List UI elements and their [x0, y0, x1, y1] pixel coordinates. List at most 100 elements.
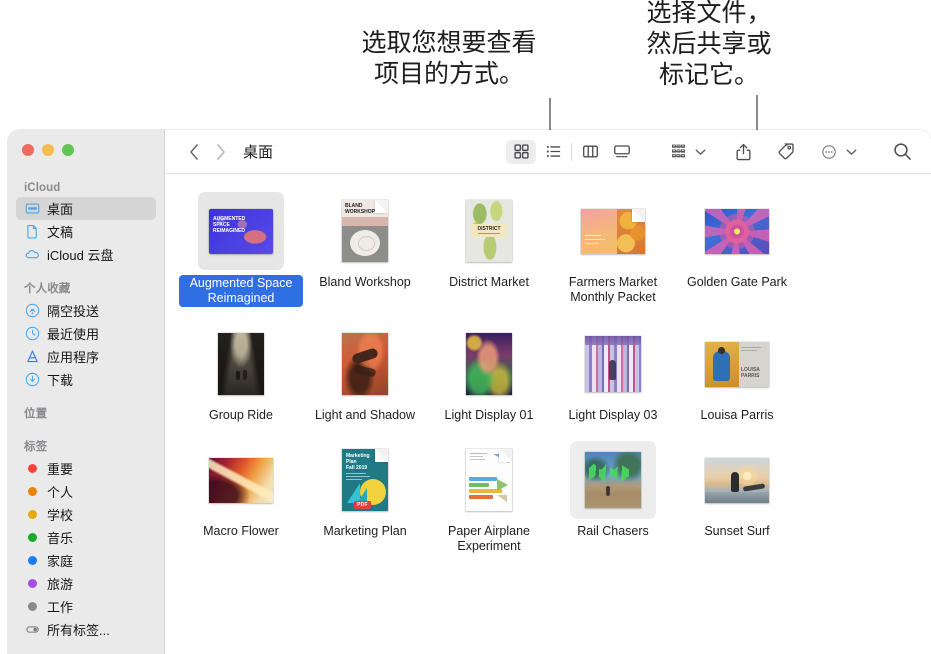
sidebar-item-tag-work[interactable]: 工作: [16, 595, 156, 618]
sidebar-item-tag-home[interactable]: 家庭: [16, 549, 156, 572]
file-label: Group Ride: [209, 408, 273, 422]
file-thumbnail-container: [198, 441, 284, 519]
sidebar-item-tag-school[interactable]: 学校: [16, 503, 156, 526]
breadcrumb-path[interactable]: 桌面: [243, 141, 273, 162]
tag-dot-orange-icon: [24, 484, 40, 500]
cloud-icon: [24, 247, 40, 263]
sidebar-item-label: 下载: [47, 373, 74, 388]
file-item-macro-flower[interactable]: Macro Flower: [179, 441, 303, 554]
tag-button[interactable]: [770, 140, 800, 164]
window-controls: [8, 130, 164, 158]
file-item-sunset-surf[interactable]: Sunset Surf: [675, 441, 799, 554]
sidebar-item-label: 旅游: [47, 577, 74, 592]
sidebar-item-airdrop[interactable]: 隔空投送: [16, 299, 156, 322]
close-icon[interactable]: [22, 144, 34, 156]
sidebar-section-favorites: 个人收藏: [24, 283, 71, 295]
sidebar-item-label: 音乐: [47, 531, 74, 546]
image-thumbnail-icon: [585, 452, 641, 508]
sidebar-item-all-tags[interactable]: 所有标签...: [16, 618, 156, 641]
document-thumbnail-icon: [581, 208, 645, 254]
file-item-light-and-shadow[interactable]: Light and Shadow: [303, 325, 427, 423]
toolbar-divider: [571, 142, 572, 161]
file-item-augmented-space-reimagined[interactable]: AUGMENTED SPACE REIMAGINED Augmented Space…: [179, 192, 303, 307]
icon-view-button[interactable]: [506, 139, 536, 164]
view-mode-group: [506, 139, 637, 164]
file-item-marketing-plan[interactable]: Marketing Plan Fall 2019 PDF Marketing Pla…: [303, 441, 427, 554]
image-thumbnail-icon: DISTRICT: [466, 200, 512, 262]
file-thumbnail-container: AUGMENTED SPACE REIMAGINED: [198, 192, 284, 270]
airdrop-icon: [24, 303, 40, 319]
file-thumbnail-container: [446, 325, 532, 403]
file-thumbnail-container: BLAND WORKSHOP: [322, 192, 408, 270]
file-thumbnail-container: [694, 192, 780, 270]
file-item-paper-airplane-experiment[interactable]: Paper Airplane Experiment: [427, 441, 551, 554]
action-button-group: [663, 140, 857, 164]
tag-dot-purple-icon: [24, 576, 40, 592]
sidebar-item-applications[interactable]: 应用程序: [16, 345, 156, 368]
applications-icon: [24, 349, 40, 365]
file-label: Paper Airplane Experiment: [447, 524, 530, 553]
tag-dot-blue-icon: [24, 553, 40, 569]
pdf-thumbnail-icon: Marketing Plan Fall 2019 PDF: [342, 449, 388, 511]
file-label: Bland Workshop: [319, 275, 411, 289]
sidebar-item-tag-personal[interactable]: 个人: [16, 480, 156, 503]
back-button[interactable]: [181, 139, 207, 165]
sidebar-item-icloud-drive[interactable]: iCloud 云盘: [16, 243, 156, 266]
file-item-golden-gate-park[interactable]: Golden Gate Park: [675, 192, 799, 307]
file-thumbnail-container: [446, 441, 532, 519]
file-item-rail-chasers[interactable]: Rail Chasers: [551, 441, 675, 554]
tag-dot-green-icon: [24, 530, 40, 546]
callout-share-tag-text: 选择文件， 然后共享或 标记它。: [646, 0, 772, 89]
file-label: Rail Chasers: [577, 524, 649, 538]
file-item-district-market[interactable]: DISTRICT District Market: [427, 192, 551, 307]
gallery-view-button[interactable]: [607, 140, 637, 164]
file-label: Marketing Plan: [323, 524, 407, 538]
image-thumbnail-icon: AUGMENTED SPACE REIMAGINED: [209, 208, 273, 254]
sidebar-item-label: iCloud 云盘: [47, 248, 114, 263]
all-tags-icon: [24, 622, 40, 638]
file-item-louisa-parris[interactable]: LOUISA PARRIS Louisa Parris: [675, 325, 799, 423]
image-thumbnail-icon: [585, 336, 641, 392]
share-button[interactable]: [728, 140, 758, 164]
sidebar-item-label: 重要: [47, 462, 74, 477]
sidebar-item-tag-travel[interactable]: 旅游: [16, 572, 156, 595]
file-thumbnail-container: [570, 441, 656, 519]
file-label: Light Display 01: [444, 408, 534, 422]
more-options-chevron-down-icon[interactable]: [845, 140, 857, 164]
callout-view-options-text: 选取您想要查看 项目的方式。: [361, 29, 537, 88]
main-pane: 桌面 AUGMENTED SPACE REIMAGINED Augmented …: [165, 130, 931, 654]
file-item-group-ride[interactable]: Group Ride: [179, 325, 303, 423]
maximize-icon[interactable]: [62, 144, 74, 156]
sidebar-item-label: 工作: [47, 600, 74, 615]
list-view-button[interactable]: [538, 140, 568, 164]
document-thumbnail-icon: BLAND WORKSHOP: [342, 200, 388, 262]
file-label: Golden Gate Park: [686, 275, 788, 289]
sidebar-item-downloads[interactable]: 下载: [16, 368, 156, 391]
file-icon-grid[interactable]: AUGMENTED SPACE REIMAGINED Augmented Space…: [165, 174, 931, 654]
sidebar-item-tag-music[interactable]: 音乐: [16, 526, 156, 549]
minimize-icon[interactable]: [42, 144, 54, 156]
file-item-bland-workshop[interactable]: BLAND WORKSHOP Bland Workshop: [303, 192, 427, 307]
file-label: Light Display 03: [568, 408, 658, 422]
file-label: Augmented Space Reimagined: [179, 275, 303, 307]
sidebar-item-documents[interactable]: 文稿: [16, 220, 156, 243]
column-view-button[interactable]: [575, 140, 605, 164]
sidebar-item-recents[interactable]: 最近使用: [16, 322, 156, 345]
file-item-light-display-03[interactable]: Light Display 03: [551, 325, 675, 423]
image-thumbnail-icon: [705, 457, 769, 503]
tag-dot-red-icon: [24, 461, 40, 477]
group-by-chevron-down-icon[interactable]: [694, 140, 706, 164]
file-item-light-display-01[interactable]: Light Display 01: [427, 325, 551, 423]
sidebar-item-label: 最近使用: [47, 327, 100, 342]
forward-button[interactable]: [207, 139, 233, 165]
group-by-button[interactable]: [663, 140, 693, 164]
sidebar-item-label: 家庭: [47, 554, 74, 569]
sidebar-item-desktop[interactable]: 桌面: [16, 197, 156, 220]
search-icon[interactable]: [887, 140, 917, 164]
more-options-button[interactable]: [814, 140, 844, 164]
file-thumbnail-container: [322, 325, 408, 403]
file-item-farmers-market-monthly-packet[interactable]: Farmers Market Monthly Packet: [551, 192, 675, 307]
file-label: Sunset Surf: [704, 524, 770, 538]
sidebar-item-tag-important[interactable]: 重要: [16, 457, 156, 480]
sidebar: iCloud 桌面 文稿 iCloud 云盘 个人收藏 隔空投送 最近使用 应用…: [8, 130, 165, 654]
